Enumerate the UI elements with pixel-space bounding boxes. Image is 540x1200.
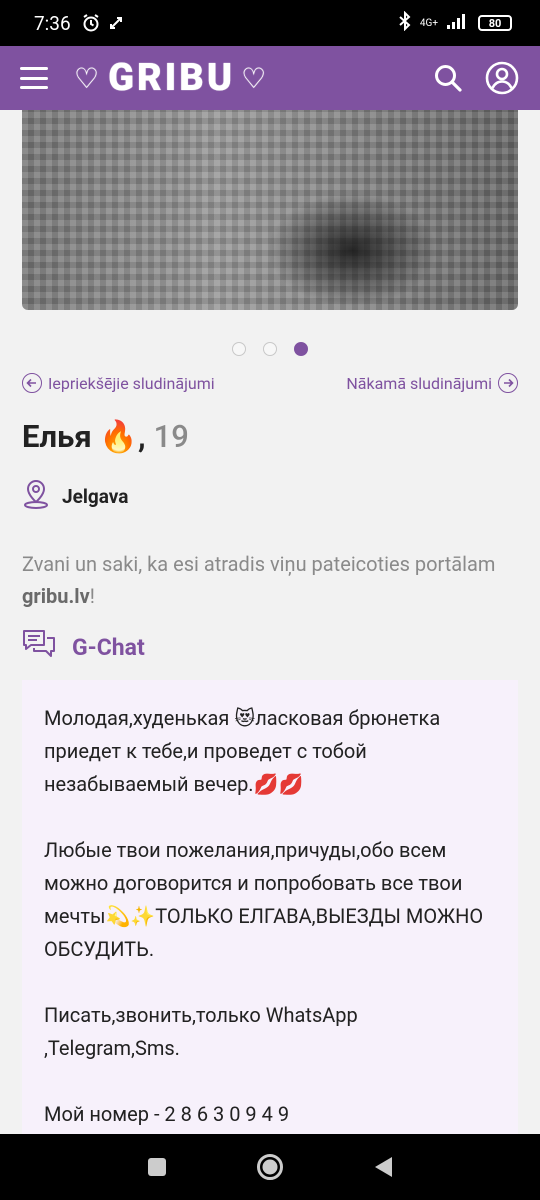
description-paragraph: Молодая,худенькая 😻ласковая брюнетка при…	[44, 706, 441, 796]
profile-title: Елья 🔥 , 19	[22, 418, 189, 455]
network-label: 4G+	[419, 17, 438, 29]
battery-icon: 80	[478, 15, 512, 31]
prev-link[interactable]: Iepriekšējie sludinājumi	[22, 373, 215, 393]
home-button[interactable]	[250, 1147, 290, 1187]
carousel-dot[interactable]	[263, 342, 277, 356]
signal-icon	[446, 12, 470, 35]
next-link[interactable]: Nākamā sludinājumi	[346, 373, 518, 393]
location-row: Jelgava	[22, 478, 128, 515]
bluetooth-icon	[398, 10, 412, 36]
location-pin-icon	[22, 478, 50, 515]
logo-text: GRIBU	[108, 56, 236, 100]
settings-sync-icon	[107, 14, 125, 32]
carousel-dots	[0, 342, 540, 356]
listing-navigation: Iepriekšējie sludinājumi Nākamā sludināj…	[22, 373, 518, 393]
back-button[interactable]	[363, 1147, 403, 1187]
notice-site: gribu.lv	[22, 584, 90, 608]
phone-number: Мой номер - 2 8 6 3 0 9 4 9	[44, 1102, 290, 1126]
next-label: Nākamā sludinājumi	[346, 373, 492, 393]
status-time: 7:36	[34, 11, 71, 35]
gchat-button[interactable]: G-Chat	[22, 628, 145, 666]
description-paragraph: Любые твои пожелания,причуды,обо всем мо…	[44, 838, 484, 961]
call-notice: Zvani un saki, ka esi atradis viņu patei…	[22, 548, 512, 612]
notice-end: !	[89, 584, 95, 608]
recents-button[interactable]	[137, 1147, 177, 1187]
logo[interactable]: ♡ GRIBU ♡	[74, 56, 269, 100]
carousel-dot[interactable]	[232, 342, 246, 356]
user-icon[interactable]	[484, 60, 520, 96]
name-separator: ,	[137, 418, 146, 455]
arrow-left-icon	[22, 373, 42, 393]
alarm-icon	[81, 13, 101, 33]
carousel-dot-active[interactable]	[294, 342, 308, 356]
gchat-label: G-Chat	[72, 633, 145, 661]
arrow-right-icon	[498, 373, 518, 393]
search-icon[interactable]	[430, 60, 466, 96]
ad-description: Молодая,худенькая 😻ласковая брюнетка при…	[22, 680, 518, 1140]
profile-name: Елья 🔥	[22, 418, 138, 455]
prev-label: Iepriekšējie sludinājumi	[48, 373, 215, 393]
notice-text: Zvani un saki, ka esi atradis viņu patei…	[22, 552, 496, 576]
description-paragraph: Писать,звонить,только WhatsApp ,Telegram…	[44, 1003, 358, 1060]
profile-photo[interactable]	[22, 110, 518, 310]
chat-icon	[22, 628, 56, 666]
menu-icon[interactable]	[20, 67, 48, 89]
app-header: ♡ GRIBU ♡	[0, 46, 540, 110]
location-city: Jelgava	[62, 485, 129, 508]
status-right: 4G+ 80	[398, 10, 512, 36]
heart-icon: ♡	[241, 61, 270, 95]
profile-age: 19	[153, 418, 189, 455]
heart-icon: ♡	[74, 61, 103, 95]
system-nav-bar	[0, 1134, 540, 1200]
status-bar: 7:36 4G+ 80	[0, 0, 540, 46]
